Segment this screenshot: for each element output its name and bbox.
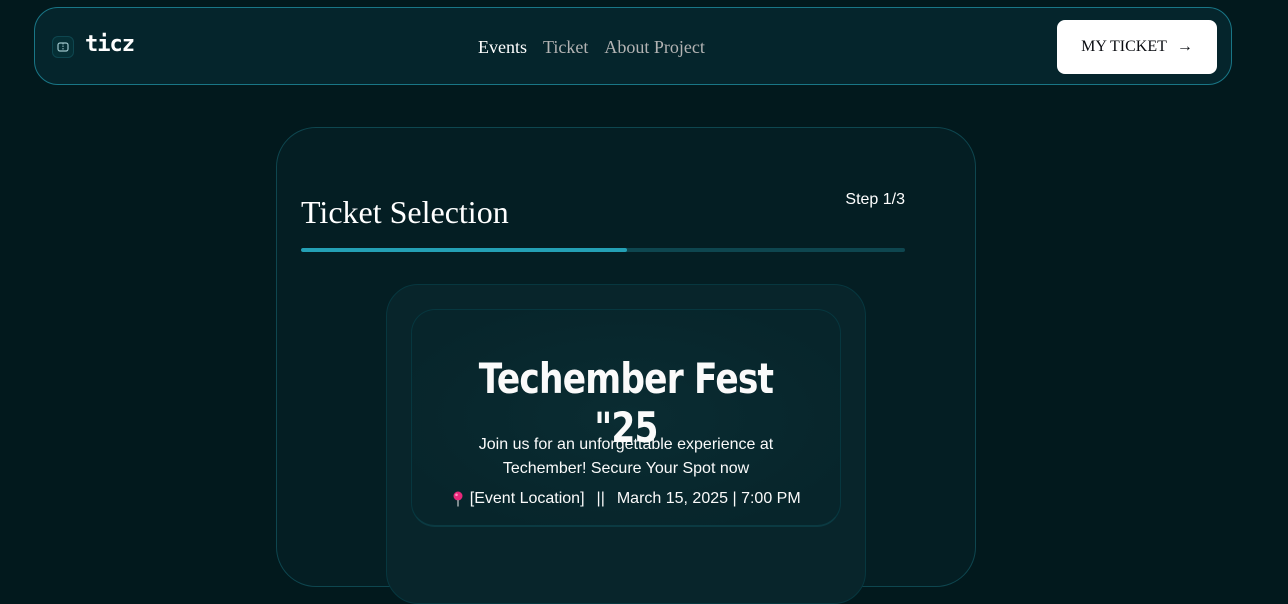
event-description: Join us for an unforgettable experience … bbox=[478, 436, 774, 477]
nav-link-about-project[interactable]: About Project bbox=[604, 37, 705, 58]
progress-bar bbox=[301, 248, 905, 252]
event-location: [Event Location] bbox=[469, 490, 585, 507]
location-group: [Event Location] bbox=[451, 490, 585, 508]
event-meta: [Event Location] || March 15, 2025 | 7:0… bbox=[412, 490, 840, 508]
event-datetime: March 15, 2025 | 7:00 PM bbox=[616, 490, 801, 507]
ticket-selection-panel: Ticket Selection Step 1/3 Techember Fest… bbox=[276, 127, 976, 604]
event-card: Techember Fest "25 Join us for an unforg… bbox=[411, 309, 841, 527]
step-indicator: Step 1/3 bbox=[845, 191, 905, 208]
nav-link-ticket[interactable]: Ticket bbox=[543, 37, 588, 58]
event-section: Techember Fest "25 Join us for an unforg… bbox=[386, 284, 866, 604]
meta-separator: || bbox=[596, 490, 605, 507]
logo-text[interactable]: ticz bbox=[85, 32, 135, 57]
logo-icon[interactable] bbox=[52, 36, 74, 58]
location-pin-icon bbox=[451, 491, 465, 507]
arrow-right-icon: → bbox=[1176, 38, 1193, 55]
nav-link-events[interactable]: Events bbox=[478, 37, 527, 58]
navbar: ticz Events Ticket About Project MY TICK… bbox=[34, 7, 1232, 85]
page-title: Ticket Selection bbox=[301, 194, 509, 230]
nav-links: Events Ticket About Project bbox=[478, 37, 705, 58]
progress-fill bbox=[301, 248, 628, 252]
my-ticket-button[interactable]: MY TICKET → bbox=[1057, 20, 1217, 74]
my-ticket-label: MY TICKET bbox=[1081, 38, 1167, 55]
